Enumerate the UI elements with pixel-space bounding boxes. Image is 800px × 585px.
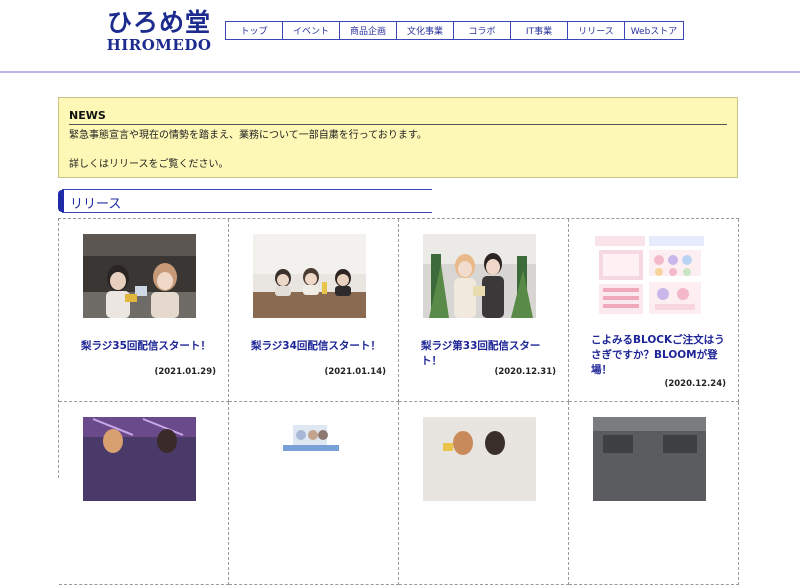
news-title: NEWS (69, 109, 106, 122)
news-divider (69, 124, 727, 125)
release-card[interactable] (399, 402, 569, 585)
release-thumbnail[interactable] (593, 234, 706, 318)
site-header: ひろめ堂 HIROMEDO トップ イベント 商品企画 文化事業 コラボ IT事… (0, 0, 800, 72)
section-top-line (62, 189, 432, 190)
release-grid: 梨ラジ35回配信スタート！ (2021.01.29) 梨ラジ34回配信スタート！ (58, 218, 739, 585)
section-title: リリース (70, 197, 122, 212)
section-accent-bar (58, 190, 64, 212)
release-card[interactable] (229, 402, 399, 585)
release-card[interactable] (59, 402, 229, 585)
logo-roman: HIROMEDO (106, 36, 212, 54)
news-text-1: 緊急事態宣言や現在の情勢を踏まえ、業務について一部自粛を行っております。 (69, 130, 427, 141)
release-title[interactable]: 梨ラジ34回配信スタート！ (251, 339, 386, 354)
release-thumbnail[interactable] (423, 234, 536, 318)
site-logo[interactable]: ひろめ堂 HIROMEDO (104, 8, 214, 56)
section-heading: リリース (58, 189, 432, 213)
release-thumbnail[interactable] (83, 417, 196, 501)
release-thumbnail[interactable] (83, 234, 196, 318)
release-thumbnail[interactable] (253, 234, 366, 318)
nav-item-product[interactable]: 商品企画 (339, 21, 397, 40)
nav-item-top[interactable]: トップ (225, 21, 283, 40)
logo-kanji: ひろめ堂 (106, 8, 211, 37)
release-card[interactable] (569, 402, 739, 585)
nav-item-webstore[interactable]: Webストア (624, 21, 684, 40)
release-card[interactable]: 梨ラジ34回配信スタート！ (2021.01.14) (229, 219, 399, 402)
section-bottom-line (62, 212, 432, 213)
nav-item-event[interactable]: イベント (282, 21, 340, 40)
release-title[interactable]: 梨ラジ第33回配信スタート！ (421, 339, 556, 369)
release-card[interactable]: 梨ラジ第33回配信スタート！ (2020.12.31) (399, 219, 569, 402)
release-thumbnail[interactable] (593, 417, 706, 501)
release-card[interactable]: 梨ラジ35回配信スタート！ (2021.01.29) (59, 219, 229, 402)
release-date: (2020.12.31) (494, 367, 556, 377)
release-thumbnail[interactable] (253, 417, 366, 501)
release-date: (2021.01.14) (324, 367, 386, 377)
news-text-2: 詳しくはリリースをご覧ください。 (69, 159, 229, 170)
release-title[interactable]: こよみるBLOCKご注文はうさぎですか？BLOOMが登場！ (591, 333, 726, 378)
news-box: NEWS 緊急事態宣言や現在の情勢を踏まえ、業務について一部自粛を行っております… (58, 97, 738, 178)
release-card[interactable]: こよみるBLOCKご注文はうさぎですか？BLOOMが登場！ (2020.12.2… (569, 219, 739, 402)
nav-item-it[interactable]: IT事業 (510, 21, 568, 40)
main-nav: トップ イベント 商品企画 文化事業 コラボ IT事業 リリース Webストア (225, 21, 684, 40)
header-divider (0, 71, 800, 73)
release-thumbnail[interactable] (423, 417, 536, 501)
release-date: (2020.12.24) (664, 379, 726, 389)
release-date: (2021.01.29) (154, 367, 216, 377)
nav-item-release[interactable]: リリース (567, 21, 625, 40)
nav-item-culture[interactable]: 文化事業 (396, 21, 454, 40)
nav-item-collab[interactable]: コラボ (453, 21, 511, 40)
release-title[interactable]: 梨ラジ35回配信スタート！ (81, 339, 216, 354)
